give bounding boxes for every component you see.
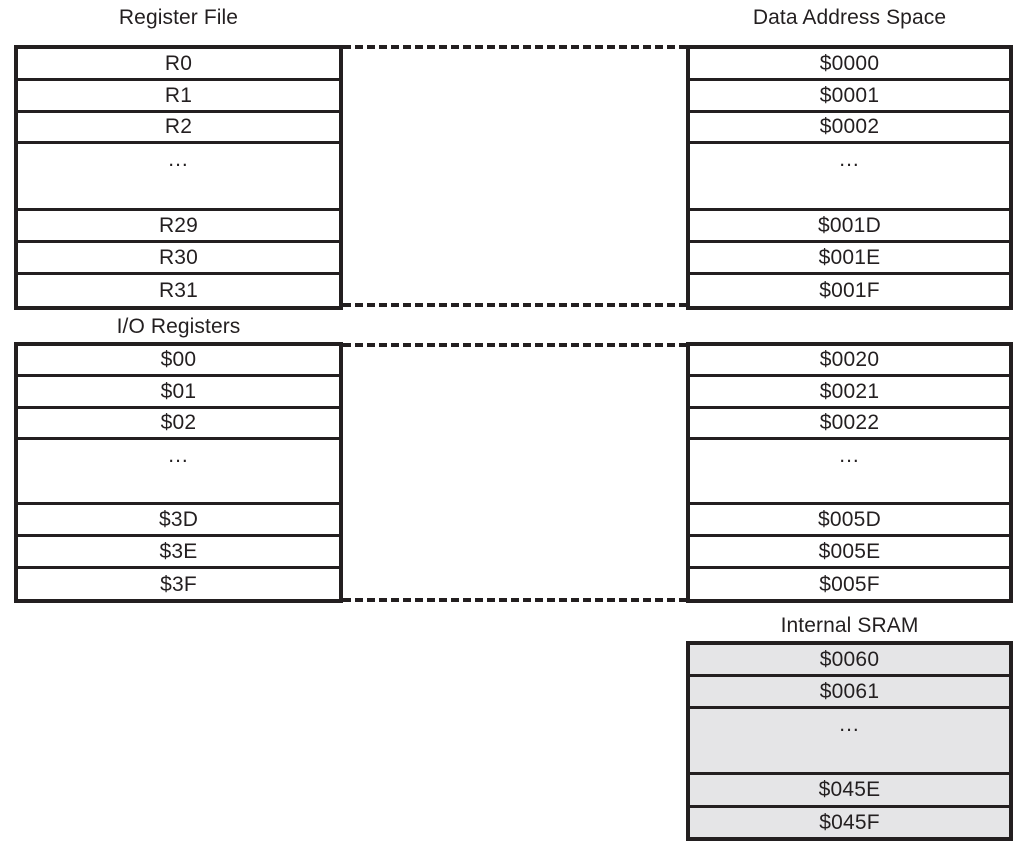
data-address-row: $0002 bbox=[690, 113, 1009, 144]
register-file-row: R29 bbox=[18, 211, 339, 243]
data-address-row: $0001 bbox=[690, 81, 1009, 113]
io-register-row: $02 bbox=[18, 409, 339, 440]
data-address-ellipsis-row: ... bbox=[690, 440, 1009, 505]
io-registers-title: I/O Registers bbox=[116, 315, 241, 338]
ellipsis-glyph: ... bbox=[839, 444, 860, 467]
io-register-row: $01 bbox=[18, 377, 339, 409]
register-file-row: R2 bbox=[18, 113, 339, 144]
ellipsis-glyph: ... bbox=[839, 713, 860, 736]
io-register-row: $00 bbox=[18, 346, 339, 377]
internal-sram-ellipsis-row: ... bbox=[690, 709, 1009, 775]
io-register-row: $3F bbox=[160, 572, 197, 596]
data-address-row: $0022 bbox=[690, 409, 1009, 440]
register-file-row: R31 bbox=[158, 279, 199, 302]
io-registers-top-connector bbox=[343, 343, 687, 347]
io-registers-bottom-connector bbox=[343, 598, 687, 602]
data-address-space-title: Data Address Space bbox=[752, 6, 947, 29]
internal-sram-row: $045F bbox=[690, 808, 1009, 837]
data-address-row: $001F bbox=[819, 279, 880, 302]
data-address-row: $005E bbox=[690, 537, 1009, 569]
register-file-row: R0 bbox=[18, 49, 339, 81]
internal-sram-row: $0061 bbox=[690, 677, 1009, 709]
io-register-row: $3E bbox=[18, 537, 339, 569]
data-address-space-io-block: $0020 $0021 $0022 ... $005D $005E $005F bbox=[686, 342, 1013, 603]
data-address-row: $001E bbox=[690, 243, 1009, 275]
data-address-ellipsis-row: ... bbox=[690, 144, 1009, 211]
io-registers-ellipsis-row: ... bbox=[18, 440, 339, 505]
register-file-title: Register File bbox=[118, 6, 239, 29]
data-address-row: $005F bbox=[819, 572, 880, 596]
register-file-block: R0 R1 R2 ... R29 R30 R31 bbox=[14, 45, 343, 310]
data-address-row: $0021 bbox=[690, 377, 1009, 409]
io-register-row: $3D bbox=[18, 505, 339, 537]
data-address-row: $0000 bbox=[690, 49, 1009, 81]
ellipsis-glyph: ... bbox=[168, 148, 189, 171]
register-file-bottom-connector bbox=[343, 303, 687, 307]
data-address-row: $001D bbox=[690, 211, 1009, 243]
diagram-canvas: Register File Data Address Space I/O Reg… bbox=[0, 0, 1023, 847]
data-address-row: $0020 bbox=[690, 346, 1009, 377]
io-registers-block: $00 $01 $02 ... $3D $3E $3F bbox=[14, 342, 343, 603]
internal-sram-title: Internal SRAM bbox=[780, 614, 919, 637]
internal-sram-block: $0060 $0061 ... $045E $045F bbox=[686, 641, 1013, 841]
ellipsis-glyph: ... bbox=[168, 444, 189, 467]
internal-sram-row: $045E bbox=[690, 775, 1009, 808]
ellipsis-glyph: ... bbox=[839, 148, 860, 171]
data-address-row: $005D bbox=[690, 505, 1009, 537]
register-file-row: R1 bbox=[18, 81, 339, 113]
register-file-row: R30 bbox=[18, 243, 339, 275]
data-address-space-upper-block: $0000 $0001 $0002 ... $001D $001E $001F bbox=[686, 45, 1013, 310]
register-file-top-connector bbox=[343, 45, 687, 49]
register-file-ellipsis-row: ... bbox=[18, 144, 339, 211]
internal-sram-row: $0060 bbox=[690, 645, 1009, 677]
